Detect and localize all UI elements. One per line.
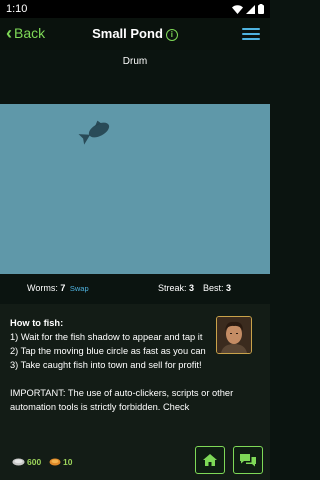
status-bar: 1:10 <box>0 0 270 18</box>
silver-currency: 600 <box>12 457 41 467</box>
gold-coin-icon <box>49 458 61 466</box>
page-title-text: Small Pond <box>92 26 163 41</box>
worms-value: 7 <box>60 283 66 293</box>
menu-button[interactable] <box>242 28 260 40</box>
fish-name: Drum <box>122 56 148 67</box>
pond-water[interactable] <box>0 104 270 274</box>
chat-icon <box>240 454 256 467</box>
wifi-icon <box>232 4 243 14</box>
top-bar: ‹ Back Small Pond i <box>0 18 270 50</box>
worms-stat: Worms: 7 Swap <box>27 283 89 293</box>
best-value: 3 <box>226 283 232 293</box>
stats-bar: Worms: 7 Swap Streak: 3 Best: 3 <box>0 274 270 302</box>
help-step-1: 1) Wait for the fish shadow to appear an… <box>10 332 203 342</box>
guide-portrait-icon <box>217 317 251 353</box>
silver-coin-icon <box>12 458 25 466</box>
menu-line-icon <box>242 38 260 40</box>
chat-button[interactable] <box>233 446 263 474</box>
home-icon <box>203 454 217 466</box>
help-notice: IMPORTANT: The use of auto-clickers, scr… <box>10 388 234 412</box>
footer-bar: 600 10 <box>0 440 270 480</box>
gold-currency: 10 <box>49 457 72 467</box>
fish-shadow-icon[interactable] <box>77 117 111 145</box>
status-time: 1:10 <box>6 3 28 15</box>
pond-surface <box>77 117 111 145</box>
page-title: Small Pond i <box>0 26 270 41</box>
home-button[interactable] <box>195 446 225 474</box>
signal-icon <box>246 4 255 14</box>
best-label: Best: <box>203 283 224 293</box>
menu-line-icon <box>242 33 260 35</box>
menu-line-icon <box>242 28 260 30</box>
info-icon[interactable]: i <box>165 29 178 41</box>
battery-icon <box>258 4 264 14</box>
streak-stat: Streak: 3 <box>158 283 194 293</box>
best-stat: Best: 3 <box>203 283 231 293</box>
streak-label: Streak: <box>158 283 187 293</box>
help-step-2: 2) Tap the moving blue circle as fast as… <box>10 346 206 356</box>
gold-amount: 10 <box>63 457 73 467</box>
avatar <box>216 316 252 354</box>
streak-value: 3 <box>189 283 195 293</box>
worms-label: Worms: <box>27 283 58 293</box>
swap-link[interactable]: Swap <box>70 284 89 293</box>
status-icons <box>232 4 264 14</box>
silver-amount: 600 <box>27 457 42 467</box>
help-step-3: 3) Take caught fish into town and sell f… <box>10 360 202 370</box>
